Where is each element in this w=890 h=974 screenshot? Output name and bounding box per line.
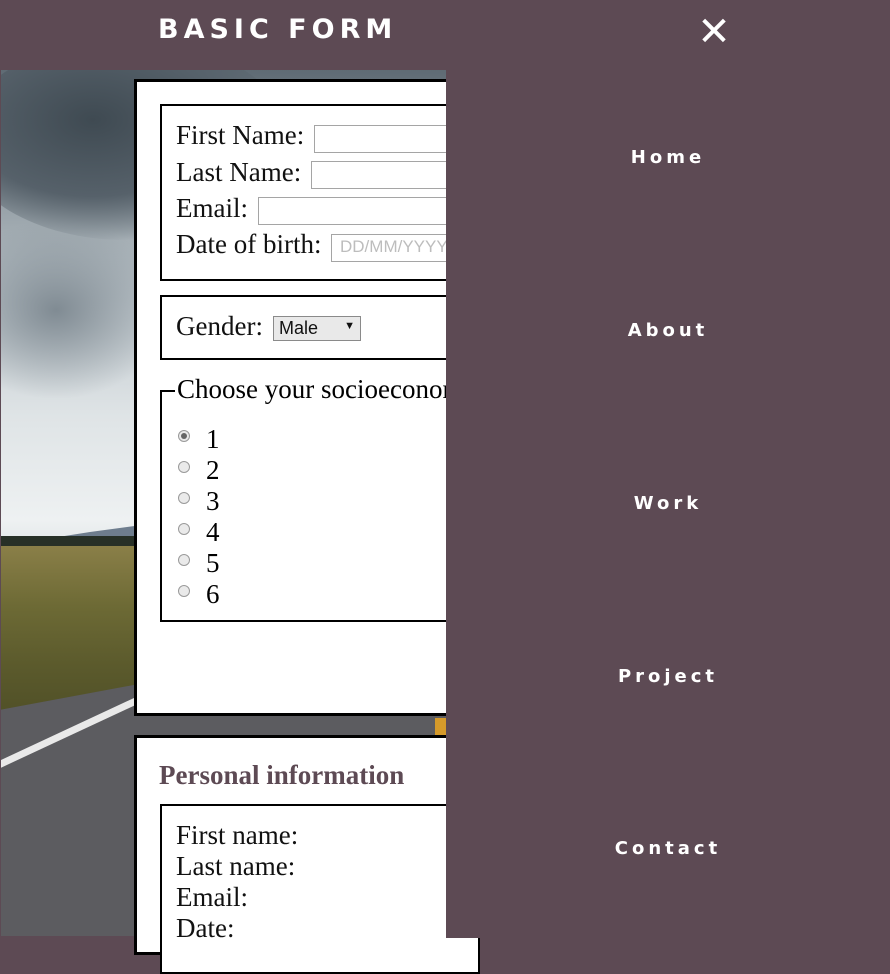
nav-about[interactable]: About <box>446 320 890 341</box>
radio-label: 1 <box>206 424 220 454</box>
info-date: Date: <box>176 913 235 943</box>
chevron-down-icon: ▼ <box>344 320 355 332</box>
info-last-name: Last name: <box>176 851 296 881</box>
gender-label: Gender: <box>176 311 263 341</box>
gender-fieldset: Gender: Male ▼ <box>160 295 480 360</box>
radio-button[interactable] <box>178 461 190 473</box>
side-nav: Home About Work Project Contact <box>446 70 890 938</box>
radio-label: 3 <box>206 486 220 516</box>
nav-home[interactable]: Home <box>446 147 890 168</box>
brand-title[interactable]: BASIC FORM <box>158 14 397 45</box>
basic-form-card: First Name: Last Name: Email: Date of bi… <box>134 79 483 716</box>
close-icon[interactable]: ✕ <box>696 10 732 54</box>
top-header: BASIC FORM ✕ <box>0 0 890 70</box>
radio-label: 2 <box>206 455 220 485</box>
last-name-label: Last Name: <box>176 157 302 187</box>
personal-info-card: Personal information First name: Last na… <box>134 735 480 974</box>
first-name-label: First Name: <box>176 120 305 150</box>
personal-info-title: Personal information <box>159 760 405 790</box>
radio-button[interactable] <box>178 492 190 504</box>
socioeconomic-legend: Choose your socioeconomic <box>175 374 483 405</box>
radio-button[interactable] <box>178 430 190 442</box>
road-marker <box>435 718 446 736</box>
socioeconomic-fieldset: Choose your socioeconomic 1 2 3 4 5 6 <box>160 374 483 622</box>
gender-select[interactable]: Male ▼ <box>273 316 361 341</box>
info-email: Email: <box>176 882 248 912</box>
email-label: Email: <box>176 193 248 223</box>
nav-project[interactable]: Project <box>446 666 890 687</box>
gender-selected-value: Male <box>279 318 319 338</box>
nav-contact[interactable]: Contact <box>446 838 890 859</box>
radio-label: 4 <box>206 517 220 547</box>
info-first-name: First name: <box>176 820 299 850</box>
nav-work[interactable]: Work <box>446 493 890 514</box>
dob-label: Date of birth: <box>176 229 322 259</box>
radio-label: 5 <box>206 548 220 578</box>
email-input[interactable] <box>258 197 478 225</box>
name-fieldset: First Name: Last Name: Email: Date of bi… <box>160 104 480 281</box>
personal-info-box: First name: Last name: Email: Date: <box>160 804 480 974</box>
radio-label: 6 <box>206 579 220 609</box>
radio-button[interactable] <box>178 523 190 535</box>
radio-button[interactable] <box>178 554 190 566</box>
radio-button[interactable] <box>178 585 190 597</box>
